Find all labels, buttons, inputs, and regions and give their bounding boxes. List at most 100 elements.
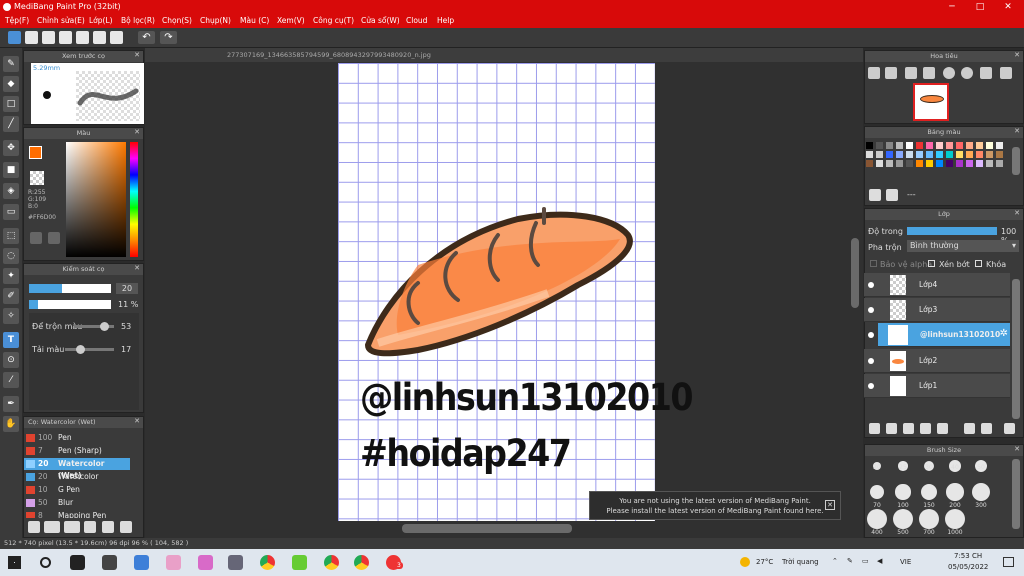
layer-row-selected[interactable]: @linhsun13102010 ✲ [868,323,1010,347]
saturation-value-square[interactable] [66,142,126,257]
canvas-hscrollbar[interactable] [402,524,572,533]
lasso-tool-icon[interactable]: ◌ [3,248,19,264]
delete-palette-icon[interactable] [886,189,898,201]
palette-swatch[interactable] [896,151,903,158]
fit-icon[interactable] [905,67,917,79]
palette-swatch[interactable] [996,142,1003,149]
menu-cloud[interactable]: Cloud [406,14,427,28]
palette-swatch[interactable] [966,142,973,149]
eye-icon[interactable] [868,358,874,364]
palette-swatch[interactable] [876,151,883,158]
layer-scrollbar[interactable] [1012,279,1020,419]
menu-file[interactable]: Tệp(F) [5,14,29,28]
new-1bit-layer-icon[interactable] [903,423,914,434]
panel-close-icon[interactable]: ✕ [134,128,140,136]
panel-close-icon[interactable]: ✕ [134,417,140,425]
notification-icon[interactable] [1003,557,1014,567]
palette-swatch[interactable] [976,151,983,158]
palette-swatch[interactable] [926,142,933,149]
brush-size-slider[interactable] [29,284,111,293]
new-folder-icon[interactable] [920,423,931,434]
document-tab[interactable]: 277307169_1346635857945​99_6808943297993… [145,48,863,62]
palette-swatch[interactable] [946,160,953,167]
panel-close-icon[interactable]: ✕ [1014,209,1020,217]
rotate-right-icon[interactable] [961,67,973,79]
minimize-icon[interactable]: ─ [938,0,966,14]
brush-size-circle[interactable] [893,509,913,529]
fill-rect-tool-icon[interactable]: ■ [3,162,19,178]
palette-swatch[interactable] [946,142,953,149]
chat-icon[interactable] [42,31,55,44]
menu-window[interactable]: Cửa sổ(W) [361,14,400,28]
language-indicator[interactable]: VIE [900,558,911,566]
palette-swatch[interactable] [956,151,963,158]
clock-time[interactable]: 7:53 CH [954,552,982,560]
palette-swatch[interactable] [966,151,973,158]
brush-folder-icon[interactable] [102,521,114,533]
chrome-icon[interactable] [324,555,339,570]
brush-list-item[interactable]: 7 Pen (Sharp) [24,445,130,457]
clipping-checkbox[interactable] [928,260,935,267]
palette-swatch[interactable] [866,151,873,158]
hue-slider[interactable] [130,142,138,257]
menu-capture[interactable]: Chụp(N) [200,14,231,28]
brush-size-value[interactable]: 20 [116,283,138,294]
palette-swatch[interactable] [936,160,943,167]
volume-icon[interactable]: ◀ [877,557,882,565]
add-palette-icon[interactable] [869,189,881,201]
panel-close-icon[interactable]: ✕ [1014,51,1020,59]
palette-swatch[interactable] [966,160,973,167]
app-icon-1[interactable] [70,555,85,570]
app-icon-8[interactable] [292,555,307,570]
palette-swatch[interactable] [906,142,913,149]
layer-row[interactable]: Lớp3 [864,298,1010,322]
foreground-color-swatch[interactable] [29,146,42,159]
palette-swatch[interactable] [866,160,873,167]
bucket-tool-icon[interactable]: ◈ [3,183,19,199]
protect-alpha-checkbox[interactable] [870,260,877,267]
gear-icon[interactable]: ✲ [1000,328,1008,339]
new-halftone-layer-icon[interactable] [886,423,897,434]
chrome-icon[interactable] [260,555,275,570]
brush-list-item[interactable]: 100 Pen [24,432,130,444]
hand-tool-icon[interactable]: ✋ [3,416,19,432]
document-icon[interactable] [76,31,89,44]
app-icon-5[interactable] [198,555,213,570]
palette-swatch[interactable] [896,160,903,167]
pen-icon[interactable]: ✎ [847,557,853,565]
select-eraser-tool-icon[interactable]: ✧ [3,308,19,324]
brush-list-item[interactable]: 20 Watercolor [24,471,130,483]
palette-swatch[interactable] [886,151,893,158]
transparent-color-swatch[interactable] [30,171,44,185]
brush-size-circle[interactable] [867,509,887,529]
panel-close-icon[interactable]: ✕ [134,51,140,59]
line-tool-icon[interactable]: ╱ [3,116,19,132]
palette-swatch[interactable] [986,151,993,158]
eye-icon[interactable] [868,307,874,313]
shape-tool-icon[interactable]: □ [3,96,19,112]
blend-mode-select[interactable]: Bình thường ▾ [907,240,1019,252]
comment-icon[interactable] [59,31,72,44]
operation-tool-icon[interactable]: ⊙ [3,352,19,368]
palette-swatch[interactable] [986,142,993,149]
actual-size-icon[interactable] [923,67,935,79]
pen-tool-icon[interactable]: ✒ [3,396,19,412]
update-notice[interactable]: You are not using the latest version of … [589,491,841,520]
cloud-icon[interactable] [8,31,21,44]
palette-swatch[interactable] [926,160,933,167]
brush-size-circle[interactable] [946,483,964,501]
palette-swatch[interactable] [956,142,963,149]
mix-color-slider[interactable] [74,322,114,331]
layer-menu-icon[interactable] [937,423,948,434]
color-settings-icon[interactable] [30,232,42,244]
rotate-left-icon[interactable] [943,67,955,79]
menu-tools[interactable]: Công cụ(T) [313,14,354,28]
clock-date[interactable]: 05/05/2022 [948,563,988,571]
select-pen-tool-icon[interactable]: ✐ [3,288,19,304]
palette-swatch[interactable] [906,160,913,167]
reset-rotation-icon[interactable] [980,67,992,79]
select-tool-icon[interactable]: ⬚ [3,228,19,244]
redo-icon[interactable]: ↷ [160,31,177,44]
menu-view[interactable]: Xem(V) [277,14,305,28]
search-icon[interactable] [40,557,51,568]
